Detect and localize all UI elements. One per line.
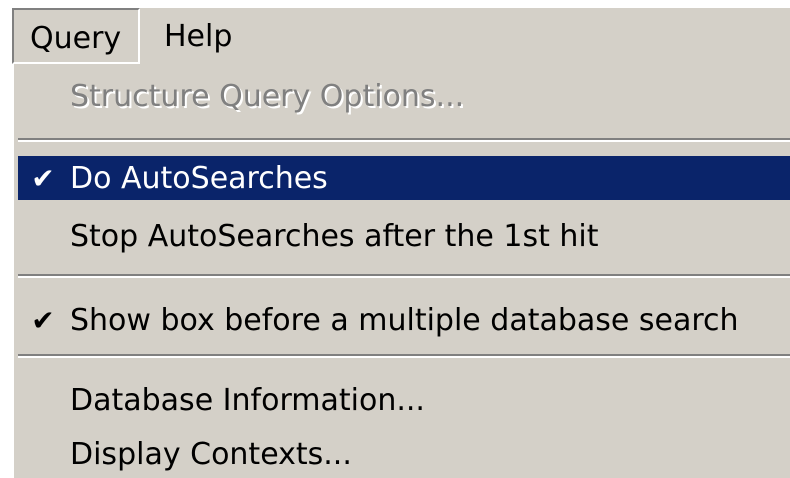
menu-separator xyxy=(18,274,790,278)
checkmark-icon: ✔ xyxy=(31,304,55,337)
menu-query[interactable]: Query xyxy=(12,8,140,64)
menu-item-label: Display Contexts... xyxy=(70,437,352,472)
menu-item-show-box-before-search[interactable]: ✔ Show box before a multiple database se… xyxy=(18,298,790,342)
query-dropdown-menu: Structure Query Options... ✔ Do AutoSear… xyxy=(12,64,790,478)
menu-item-label: Show box before a multiple database sear… xyxy=(70,303,739,338)
menu-separator xyxy=(18,354,790,358)
menu-item-database-information[interactable]: Database Information... xyxy=(18,378,790,422)
checkmark-icon: ✔ xyxy=(31,162,55,195)
menu-item-label: Structure Query Options... xyxy=(70,79,465,114)
menu-item-display-contexts[interactable]: Display Contexts... xyxy=(18,432,790,476)
menu-item-do-autosearches[interactable]: ✔ Do AutoSearches xyxy=(18,156,790,200)
menu-separator xyxy=(18,138,790,142)
menu-item-label: Stop AutoSearches after the 1st hit xyxy=(70,219,599,254)
menu-item-structure-query-options: Structure Query Options... xyxy=(18,74,790,118)
menu-item-stop-autosearches[interactable]: Stop AutoSearches after the 1st hit xyxy=(18,214,790,258)
menu-help[interactable]: Help xyxy=(158,8,232,64)
application-window: Query Help Structure Query Options... ✔ … xyxy=(0,0,790,478)
menu-item-label: Database Information... xyxy=(70,383,425,418)
menu-item-label: Do AutoSearches xyxy=(70,161,328,196)
menu-bar: Query Help xyxy=(12,8,790,64)
